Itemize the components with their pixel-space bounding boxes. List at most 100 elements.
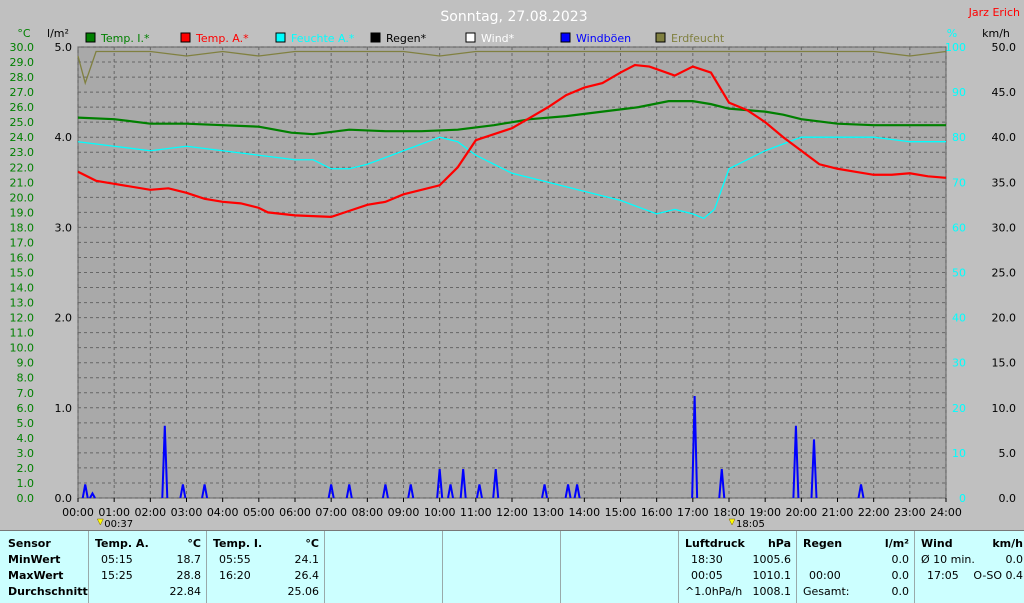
temp-i-column: Temp. I. °C 05:55 24.1 16:20 26.4 25.06 [206,531,325,603]
pressure-trend-value: 1008.1 [752,585,792,598]
legend-swatch [465,32,476,43]
chart-title: Sonntag, 27.08.2023 [440,9,587,25]
legend-label: Temp. I.* [100,32,150,45]
hum-tick-label: 100 [945,41,966,54]
empty-column-3 [560,531,679,603]
x-tick-label: 24:00 [930,506,962,519]
sensor-header: Sensor [8,537,51,550]
x-tick-label: 18:00 [713,506,745,519]
wind-tick-label: 5.0 [999,447,1017,460]
temp-i-max-value: 26.4 [294,569,320,582]
temp-tick-label: 5.0 [17,417,35,430]
rain-header: Regen [803,537,843,550]
temp-tick-label: 24.0 [10,131,35,144]
hum-tick-label: 0 [959,492,966,505]
x-tick-label: 11:00 [460,506,492,519]
legend-swatch [560,32,571,43]
wind-column: Wind km/h Ø 10 min. 0.0 17:05 O-SO 0.4 [914,531,1024,603]
hum-tick-label: 50 [952,267,966,280]
temp-a-min-time: 05:15 [101,553,133,566]
x-tick-label: 10:00 [424,506,456,519]
legend-swatch [180,32,191,43]
wind-tick-label: 40.0 [992,131,1017,144]
wind-header: Wind [921,537,953,550]
row-label-min: MinWert [8,553,61,566]
temp-tick-label: 22.0 [10,161,35,174]
rain-tick-label: 2.0 [55,312,73,325]
x-tick-label: 04:00 [207,506,239,519]
temp-a-average: 22.84 [169,585,202,598]
temp-tick-label: 6.0 [17,402,35,415]
legend-label: Regen* [386,32,427,45]
wind-gust-time: 17:05 [927,569,959,582]
pressure-trend-label: ^1.0hPa/h [685,585,743,598]
temp-tick-label: 0.0 [17,492,35,505]
temp-a-column: Temp. A. °C 05:15 18.7 15:25 28.8 22.84 [88,531,207,603]
rain-tick-label: 3.0 [55,221,73,234]
temp-tick-label: 4.0 [17,432,35,445]
wind-tick-label: 45.0 [992,86,1017,99]
wind-unit-label: km/h [982,27,1010,40]
empty-column-2 [442,531,561,603]
legend-label: Erdfeucht [671,32,725,45]
x-tick-label: 20:00 [785,506,817,519]
temp-tick-label: 25.0 [10,116,35,129]
temp-a-min-value: 18.7 [176,553,202,566]
temp-tick-label: 29.0 [10,56,35,69]
hum-tick-label: 90 [952,86,966,99]
temp-tick-label: 1.0 [17,477,35,490]
x-tick-label: 15:00 [605,506,637,519]
x-tick-label: 12:00 [496,506,528,519]
pressure-unit: hPa [767,537,791,550]
temp-tick-label: 21.0 [10,176,35,189]
hum-tick-label: 60 [952,221,966,234]
temp-tick-label: 13.0 [10,297,35,310]
hum-tick-label: 30 [952,357,966,370]
rain-tick-label: 5.0 [55,41,73,54]
legend-swatch [655,32,666,43]
x-tick-label: 17:00 [677,506,709,519]
temp-a-header: Temp. A. [95,537,149,550]
temp-tick-label: 9.0 [17,357,35,370]
rain-total-value: 0.0 [891,585,910,598]
x-tick-label: 23:00 [894,506,926,519]
pressure-min-time: 18:30 [691,553,723,566]
wind-tick-label: 35.0 [992,176,1017,189]
x-tick-label: 14:00 [568,506,600,519]
empty-column-1 [324,531,443,603]
hum-tick-label: 40 [952,312,966,325]
temp-tick-label: 27.0 [10,86,35,99]
temp-tick-label: 15.0 [10,267,35,280]
pressure-column: Luftdruck hPa 18:30 1005.6 00:05 1010.1 … [678,531,797,603]
rain-tick-label: 1.0 [55,402,73,415]
rain-row2-time: 00:00 [809,569,841,582]
temp-i-average: 25.06 [287,585,320,598]
temp-tick-label: 8.0 [17,372,35,385]
wind-tick-label: 15.0 [992,357,1017,370]
left-unit-label: °C [17,27,31,40]
legend-label: Feuchte A.* [291,32,355,45]
temp-tick-label: 14.0 [10,282,35,295]
legend-label: Temp. A.* [195,32,249,45]
wind-tick-label: 20.0 [992,312,1017,325]
x-tick-label: 01:00 [98,506,130,519]
author-label: Jarz Erich [968,6,1020,19]
temp-i-min-value: 24.1 [294,553,320,566]
sunrise-time-label: 00:37 [104,519,133,530]
hum-unit-label: % [947,27,957,40]
row-label-max: MaxWert [8,569,64,582]
wind-avg-value: 0.0 [1005,553,1024,566]
temp-tick-label: 28.0 [10,71,35,84]
wind-unit: km/h [992,537,1023,550]
temp-tick-label: 17.0 [10,236,35,249]
rain-row1-value: 0.0 [891,553,910,566]
x-tick-label: 08:00 [351,506,383,519]
legend-label: Windböen [576,32,631,45]
x-tick-label: 21:00 [822,506,854,519]
temp-a-max-time: 15:25 [101,569,133,582]
temp-tick-label: 18.0 [10,221,35,234]
temp-i-header: Temp. I. [213,537,263,550]
rain-unit: l/m² [884,537,909,550]
temp-tick-label: 2.0 [17,462,35,475]
x-tick-label: 00:00 [62,506,94,519]
